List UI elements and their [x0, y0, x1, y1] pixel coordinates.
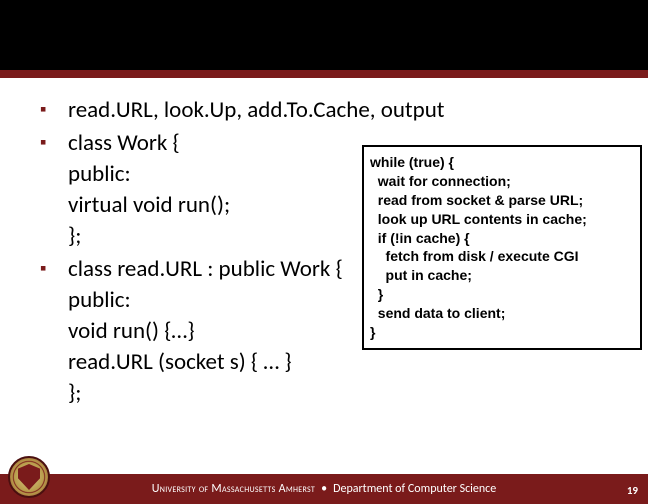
title-bar-accent: [0, 70, 648, 78]
footer-department: Department of Computer Science: [333, 482, 496, 496]
pseudocode-box: while (true) { wait for connection; read…: [362, 145, 642, 350]
bullet-3-line-4: read.URL (socket s) { … }: [68, 347, 638, 378]
university-seal-icon: [8, 456, 50, 498]
bullet-3-line-1: class read.URL : public Work {: [68, 255, 343, 283]
title-bar: [0, 0, 648, 70]
bullet-3-line-5: };: [68, 378, 638, 409]
bullet-2-line-1: class Work {: [68, 129, 180, 157]
slide: read.URL, look.Up, add.To.Cache, output …: [0, 0, 648, 504]
footer-bar: University of Massachusetts Amherst • De…: [0, 474, 648, 504]
page-number: 19: [627, 484, 638, 497]
seal-shield-icon: [18, 464, 40, 490]
bullet-1: read.URL, look.Up, add.To.Cache, output: [40, 95, 638, 126]
footer-university: University of Massachusetts Amherst: [152, 482, 315, 496]
footer-separator: •: [321, 482, 327, 496]
bullet-1-text: read.URL, look.Up, add.To.Cache, output: [68, 96, 445, 124]
